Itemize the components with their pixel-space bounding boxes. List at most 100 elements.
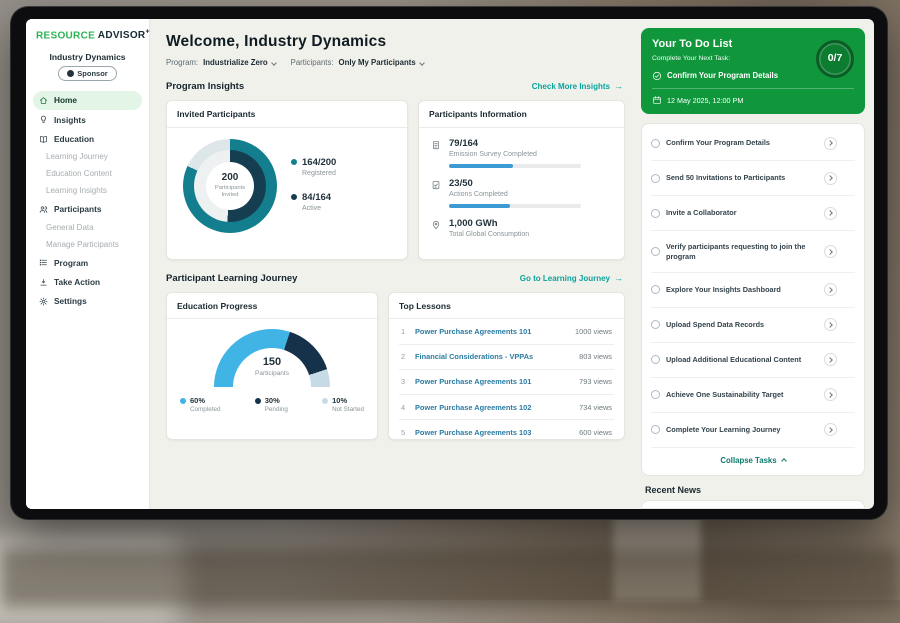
progress-track — [449, 204, 581, 208]
sidebar-item-education[interactable]: Education — [33, 130, 142, 149]
lesson-link[interactable]: Financial Considerations - VPPAs — [415, 352, 572, 361]
sidebar-item-program[interactable]: Program — [33, 253, 142, 272]
task-item[interactable]: Verify participants requesting to join t… — [651, 231, 855, 273]
gauge-center: 150 Participants — [214, 356, 330, 378]
sidebar: RESOURCE ADVISOR+ Industry Dynamics Spon… — [26, 19, 150, 509]
sponsor-badge[interactable]: Sponsor — [58, 66, 116, 80]
info-bar-fill — [449, 164, 513, 168]
program-insights-header: Program Insights Check More Insights→ — [166, 81, 623, 93]
task-item[interactable]: Upload Additional Educational Content — [651, 343, 855, 378]
task-chevron-icon[interactable] — [824, 137, 837, 150]
task-checkbox[interactable] — [651, 390, 660, 399]
task-item[interactable]: Send 50 Invitations to Participants — [651, 161, 855, 196]
org-name: Industry Dynamics — [33, 52, 142, 63]
task-item[interactable]: Complete Your Learning Journey — [651, 413, 855, 448]
todo-progress-badge: 0/7 — [816, 40, 854, 78]
task-chevron-icon[interactable] — [824, 353, 837, 366]
lesson-row: 2 Financial Considerations - VPPAs 803 v… — [399, 345, 614, 370]
gauge-legend: 60%Completed 30%Pending 10%Not Started — [177, 396, 367, 413]
gauge-dot-pending — [255, 398, 261, 404]
sidebar-item-label: Education Content — [46, 169, 112, 179]
arrow-right-icon: → — [614, 81, 623, 92]
card-title: Participants Information — [419, 109, 624, 128]
todo-card: Your To Do List Complete Your Next Task:… — [641, 28, 865, 114]
sidebar-nav: Home Insights Education Learning Journey… — [33, 91, 142, 312]
task-chevron-icon[interactable] — [824, 207, 837, 220]
sidebar-item-label: Program — [54, 258, 88, 268]
sidebar-item-manage-participants[interactable]: Manage Participants — [33, 236, 142, 253]
task-chevron-icon[interactable] — [824, 423, 837, 436]
legend-item: 60%Completed — [180, 396, 220, 413]
task-chevron-icon[interactable] — [824, 318, 837, 331]
task-chevron-icon[interactable] — [824, 283, 837, 296]
check-more-insights-link[interactable]: Check More Insights→ — [532, 81, 623, 92]
sidebar-item-home[interactable]: Home — [33, 91, 142, 110]
progress-track — [449, 164, 581, 168]
task-item[interactable]: Confirm Your Program Details — [651, 126, 855, 161]
task-checkbox[interactable] — [651, 425, 660, 434]
sidebar-item-insights[interactable]: Insights — [33, 110, 142, 129]
lesson-link[interactable]: Power Purchase Agreements 103 — [415, 428, 572, 437]
participants-filter-select[interactable]: Only My Participants — [339, 58, 424, 68]
sidebar-item-label: Learning Journey — [46, 152, 108, 162]
task-chevron-icon[interactable] — [824, 388, 837, 401]
education-gauge: 150 Participants — [214, 329, 330, 387]
todo-next-task[interactable]: Confirm Your Program Details — [652, 71, 807, 81]
task-chevron-icon[interactable] — [824, 245, 837, 258]
brand-primary: RESOURCE — [36, 30, 95, 41]
section-title-learning-journey: Participant Learning Journey — [166, 273, 297, 285]
task-checkbox[interactable] — [651, 174, 660, 183]
book-icon — [39, 135, 48, 144]
task-checkbox[interactable] — [651, 320, 660, 329]
task-checkbox[interactable] — [651, 285, 660, 294]
sidebar-item-education-content[interactable]: Education Content — [33, 166, 142, 183]
legend-dot-active — [291, 194, 297, 200]
task-chevron-icon[interactable] — [824, 172, 837, 185]
sidebar-item-label: Participants — [54, 204, 102, 214]
dashboard-screen: RESOURCE ADVISOR+ Industry Dynamics Spon… — [26, 19, 874, 509]
card-title: Top Lessons — [389, 301, 624, 320]
sidebar-item-settings[interactable]: Settings — [33, 292, 142, 311]
check-circle-icon — [652, 71, 662, 81]
right-panel: Your To Do List Complete Your Next Task:… — [638, 19, 874, 509]
program-filter-select[interactable]: Industrialize Zero — [203, 58, 276, 68]
gear-icon — [39, 297, 48, 306]
lesson-link[interactable]: Power Purchase Agreements 101 — [415, 377, 572, 386]
bulb-icon — [39, 115, 48, 124]
program-filter-label: Program: — [166, 58, 198, 68]
card-title: Invited Participants — [167, 109, 407, 128]
chevron-down-icon — [272, 61, 276, 65]
sidebar-item-label: Home — [54, 95, 77, 105]
participants-filter-label: Participants: — [291, 58, 334, 68]
sidebar-item-participants[interactable]: Participants — [33, 200, 142, 219]
home-icon — [39, 96, 48, 105]
task-checkbox[interactable] — [651, 139, 660, 148]
legend-item: 10%Not Started — [322, 396, 364, 413]
card-title: Education Progress — [167, 301, 377, 320]
gauge-wrap: 150 Participants 60%Completed 30%Pending — [177, 319, 367, 413]
lesson-link[interactable]: Power Purchase Agreements 102 — [415, 403, 572, 412]
task-item[interactable]: Explore Your Insights Dashboard — [651, 273, 855, 308]
task-item[interactable]: Achieve One Sustainability Target — [651, 378, 855, 413]
lesson-link[interactable]: Power Purchase Agreements 101 — [415, 327, 568, 336]
sidebar-item-general-data[interactable]: General Data — [33, 219, 142, 236]
sidebar-item-take-action[interactable]: Take Action — [33, 273, 142, 292]
task-list-card: Confirm Your Program Details Send 50 Inv… — [641, 123, 865, 475]
go-to-learning-journey-link[interactable]: Go to Learning Journey→ — [520, 273, 623, 284]
task-checkbox[interactable] — [651, 209, 660, 218]
sidebar-item-learning-journey[interactable]: Learning Journey — [33, 149, 142, 166]
main-content: Welcome, Industry Dynamics Program: Indu… — [150, 19, 638, 509]
list-icon — [39, 258, 48, 267]
task-checkbox[interactable] — [651, 247, 660, 256]
app-logo: RESOURCE ADVISOR+ — [33, 29, 142, 43]
collapse-tasks-button[interactable]: Collapse Tasks — [651, 448, 855, 473]
task-item[interactable]: Upload Spend Data Records — [651, 308, 855, 343]
legend-item: 30%Pending — [255, 396, 288, 413]
insights-cards-row: Invited Participants 200 Participants In… — [166, 100, 625, 260]
monitor-bezel: RESOURCE ADVISOR+ Industry Dynamics Spon… — [10, 6, 888, 520]
participants-information-card: Participants Information 79/164 Emission… — [418, 100, 625, 260]
task-item[interactable]: Invite a Collaborator — [651, 196, 855, 231]
task-checkbox[interactable] — [651, 355, 660, 364]
top-lessons-card: Top Lessons 1 Power Purchase Agreements … — [388, 292, 625, 440]
sidebar-item-learning-insights[interactable]: Learning Insights — [33, 183, 142, 200]
